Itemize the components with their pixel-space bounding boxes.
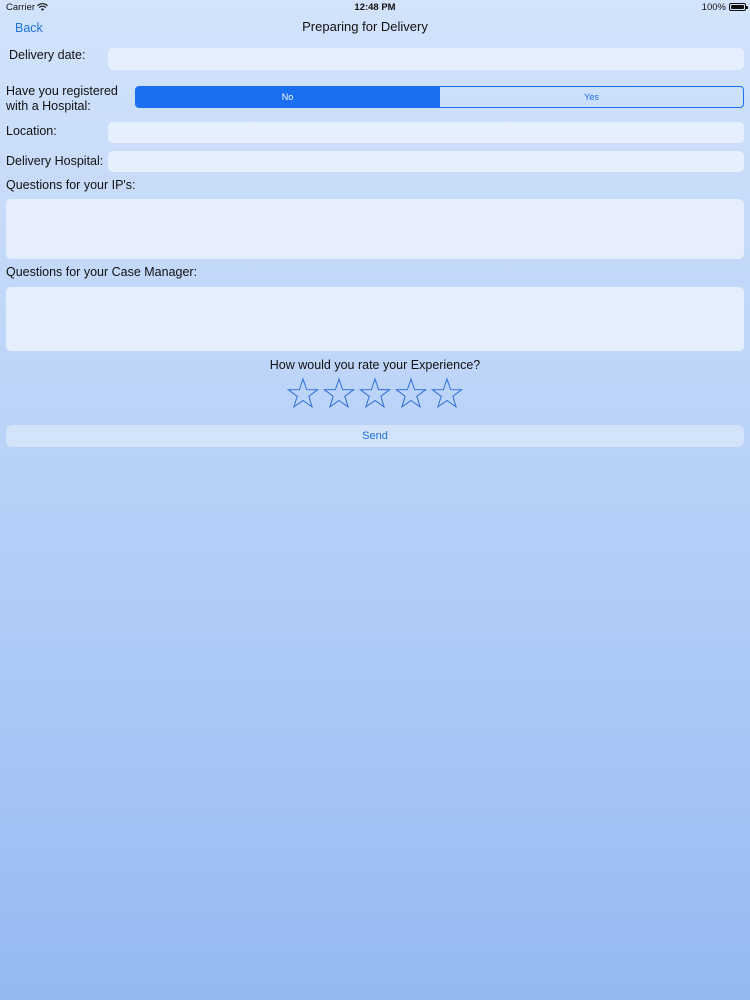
star-3-icon[interactable] [358,377,392,411]
page-title: Preparing for Delivery [302,19,428,34]
battery-icon [729,3,748,11]
delivery-date-label: Delivery date: [9,48,86,62]
questions-case-manager-label: Questions for your Case Manager: [6,265,198,279]
registered-hospital-segmented-control[interactable]: No Yes [135,86,744,108]
questions-case-manager-textarea[interactable] [6,287,744,351]
star-1-icon[interactable] [286,377,320,411]
star-2-icon[interactable] [322,377,356,411]
send-button[interactable]: Send [6,425,744,447]
star-5-icon[interactable] [430,377,464,411]
registered-hospital-label-line2: with a Hospital: [6,99,91,113]
location-label: Location: [6,124,57,138]
star-4-icon[interactable] [394,377,428,411]
segment-no[interactable]: No [136,87,439,107]
status-bar: Carrier 12:48 PM 100% [0,0,750,16]
questions-ip-label: Questions for your IP's: [6,178,136,192]
delivery-hospital-field[interactable] [108,151,744,172]
segment-yes[interactable]: Yes [439,87,743,107]
location-field[interactable] [108,122,744,143]
questions-ip-textarea[interactable] [6,199,744,259]
status-time: 12:48 PM [354,2,396,13]
delivery-hospital-label: Delivery Hospital: [6,154,104,168]
rating-prompt: How would you rate your Experience? [269,358,481,372]
registered-hospital-label: Have you registered with a Hospital: [6,84,118,114]
battery-percent: 100% [701,2,726,13]
registered-hospital-label-line1: Have you registered [6,84,118,98]
delivery-date-field[interactable] [108,48,744,70]
